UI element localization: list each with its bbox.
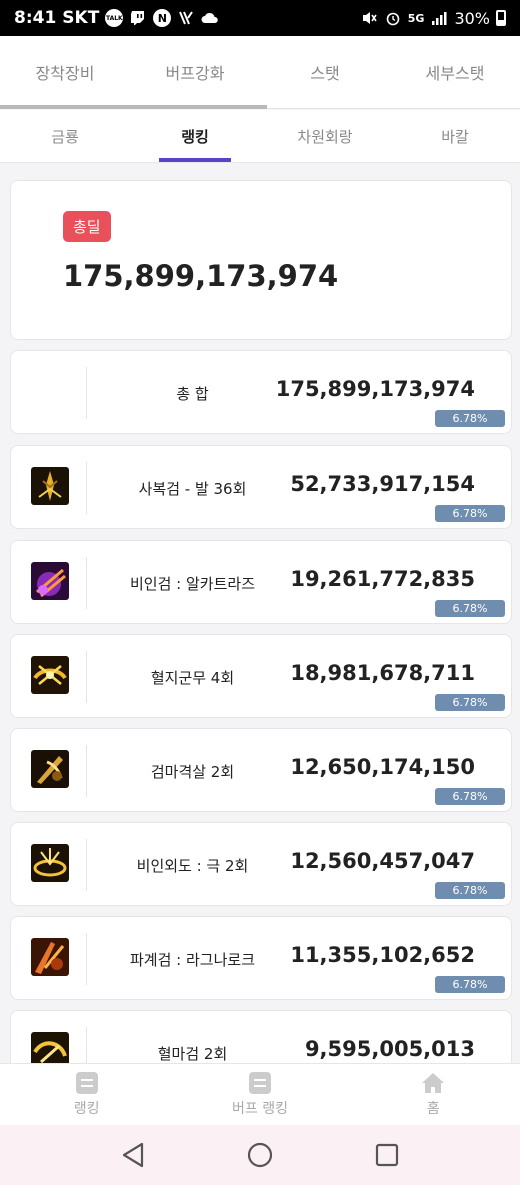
tab-buff-enhance[interactable]: 버프강화 [130,36,260,108]
home-circle-icon [247,1142,273,1168]
skill-name: 사복검 - 발 36회 [138,479,247,498]
skill-percent-badge: 6.78% [435,788,505,805]
skill-name: 혈지군무 4회 [150,668,235,687]
home-icon [421,1072,445,1094]
main-tab-bar: 장착장비 버프강화 스탯 세부스탯 [0,36,520,109]
skill-name: 혈마검 2회 [157,1044,228,1063]
sub-tab-bar: 금룡 랭킹 차원회랑 바칼 [0,110,520,163]
row-divider [86,462,87,514]
sabokgeom-skill-icon [31,467,69,505]
ranking-content[interactable]: 총딜 175,899,173,974 총 합 175,899,173,974 6… [0,164,520,1063]
alcatraz-skill-icon [31,562,69,600]
biinoedo-skill-icon [31,844,69,882]
row-divider [86,933,87,985]
skill-damage: 175,899,173,974 [275,377,475,401]
skill-percent-badge: 6.78% [435,694,505,711]
skill-row[interactable]: 비인외도 : 극 2회 12,560,457,047 6.78% [10,822,512,906]
battery-icon [496,10,506,26]
nav-ranking[interactable]: 랭킹 [0,1064,173,1125]
vpn-icon [177,9,195,27]
cloud-icon [201,9,219,27]
geommagyeoksal-skill-icon [31,750,69,788]
skill-row-total[interactable]: 총 합 175,899,173,974 6.78% [10,350,512,434]
skill-name: 비인외도 : 극 2회 [136,856,249,875]
back-button[interactable] [118,1140,148,1170]
battery-percent: 30% [454,8,490,28]
tab-dimension-corridor[interactable]: 차원회랑 [260,110,390,162]
tab-stats[interactable]: 스탯 [260,36,390,108]
mute-icon [360,9,378,27]
skill-name: 검마격살 2회 [150,762,235,781]
status-bar: 8:41 SKT TALK N 5G 30% [0,0,520,36]
tab-equipment[interactable]: 장착장비 [0,36,130,108]
nav-buff-ranking[interactable]: 버프 랭킹 [173,1064,346,1125]
skill-row[interactable]: 혈지군무 4회 18,981,678,711 6.78% [10,634,512,718]
row-divider [86,839,87,891]
tab-geumryong[interactable]: 금룡 [0,110,130,162]
row-divider [86,367,87,419]
list-icon [248,1071,271,1094]
row-divider [86,651,87,703]
nav-ranking-label: 랭킹 [73,1100,100,1117]
skill-row[interactable]: 비인검 : 알카트라즈 19,261,772,835 6.78% [10,540,512,624]
back-triangle-icon [123,1142,144,1168]
tab-ranking[interactable]: 랭킹 [130,110,260,162]
skill-name: 비인검 : 알카트라즈 [130,574,255,593]
skill-row[interactable]: 사복검 - 발 36회 52,733,917,154 6.78% [10,445,512,529]
skill-row[interactable]: 혈마검 2회 9,595,005,013 [10,1010,512,1063]
tab-bakal[interactable]: 바칼 [390,110,520,162]
twitch-icon [129,9,147,27]
total-damage-value: 175,899,173,974 [63,259,339,293]
status-time: 8:41 [14,8,57,28]
skill-percent-badge: 6.78% [435,505,505,522]
skill-percent-badge: 6.78% [435,976,505,993]
skill-name: 총 합 [176,384,209,403]
kakaotalk-icon: TALK [105,9,124,27]
system-nav-bar [0,1125,520,1185]
skill-percent-badge: 6.78% [435,882,505,899]
skill-damage: 12,560,457,047 [290,849,475,873]
row-divider [86,557,87,609]
skill-row[interactable]: 파계검 : 라그나로크 11,355,102,652 6.78% [10,916,512,1000]
skill-damage: 18,981,678,711 [290,661,475,685]
total-damage-badge: 총딜 [63,211,111,242]
recents-button[interactable] [372,1140,402,1170]
tab-detail-stats[interactable]: 세부스탯 [390,36,520,108]
status-carrier: SKT [62,8,100,28]
signal-icon [430,9,448,27]
network-label: 5G [407,11,425,25]
row-divider [86,1027,87,1063]
row-divider [86,745,87,797]
skill-percent-badge: 6.78% [435,600,505,617]
skill-damage: 19,261,772,835 [290,567,475,591]
recents-square-icon [375,1143,398,1167]
skill-damage: 52,733,917,154 [290,472,475,496]
skill-damage: 11,355,102,652 [290,943,475,967]
bottom-nav: 랭킹 버프 랭킹 홈 [0,1063,520,1125]
nav-home[interactable]: 홈 [347,1064,520,1125]
list-icon [75,1071,98,1094]
nav-buff-ranking-label: 버프 랭킹 [232,1100,288,1117]
skill-percent-badge: 6.78% [435,410,505,427]
home-system-button[interactable] [245,1140,275,1170]
skill-damage: 12,650,174,150 [290,755,475,779]
main-tab-indicator [0,105,267,109]
skill-row[interactable]: 검마격살 2회 12,650,174,150 6.78% [10,728,512,812]
ragnarok-skill-icon [31,938,69,976]
hyeolmageom-skill-icon [31,1032,69,1063]
skill-name: 파계검 : 라그나로크 [130,950,255,969]
skill-damage: 9,595,005,013 [304,1037,475,1061]
hyeoljigunmu-skill-icon [31,656,69,694]
nav-home-label: 홈 [426,1100,440,1117]
naver-icon: N [153,9,172,27]
alarm-icon [384,9,402,27]
total-damage-card: 총딜 175,899,173,974 [10,180,512,340]
